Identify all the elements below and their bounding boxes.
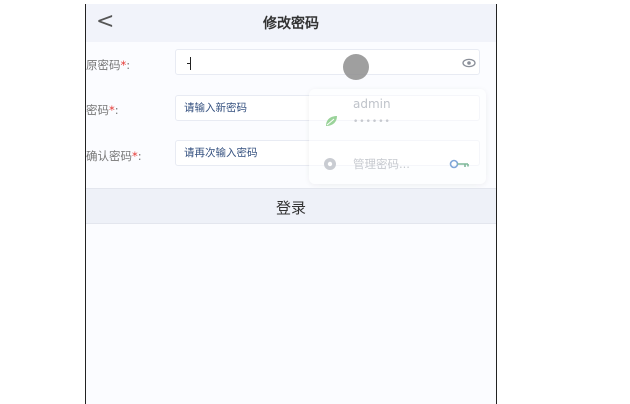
label-colon: : bbox=[114, 103, 119, 117]
eye-icon[interactable] bbox=[462, 56, 476, 70]
autofill-popup[interactable]: admin •••••• 管理密码... bbox=[309, 89, 486, 184]
login-button[interactable]: 登录 bbox=[86, 188, 496, 224]
old-password-field[interactable] bbox=[175, 49, 480, 80]
autofill-password-mask: •••••• bbox=[353, 117, 391, 127]
old-password-input[interactable] bbox=[184, 50, 434, 74]
new-password-label: 密码*: bbox=[86, 102, 171, 118]
text-caret-mark bbox=[187, 63, 190, 64]
gear-icon bbox=[324, 158, 336, 170]
old-password-label-text: 原密码 bbox=[86, 58, 121, 72]
label-colon: : bbox=[126, 58, 131, 72]
text-caret bbox=[190, 57, 191, 70]
old-password-label: 原密码*: bbox=[86, 57, 171, 73]
manage-passwords-link[interactable]: 管理密码... bbox=[353, 156, 410, 172]
confirm-password-label: 确认密码*: bbox=[86, 148, 171, 164]
page-title: 修改密码 bbox=[263, 16, 319, 32]
confirm-password-label-text: 确认密码 bbox=[86, 149, 132, 163]
key-icon bbox=[449, 159, 469, 169]
nav-bar: < 修改密码 bbox=[86, 4, 496, 42]
label-colon: : bbox=[137, 149, 142, 163]
new-password-label-text: 密码 bbox=[86, 103, 109, 117]
leaf-icon bbox=[326, 116, 337, 126]
autofill-username[interactable]: admin bbox=[353, 97, 391, 111]
phone-screen: < 修改密码 原密码*: 密码*: 确认密码*: admin •••••• 管理… bbox=[85, 4, 497, 404]
touch-indicator bbox=[343, 54, 369, 80]
login-button-label: 登录 bbox=[275, 199, 306, 217]
